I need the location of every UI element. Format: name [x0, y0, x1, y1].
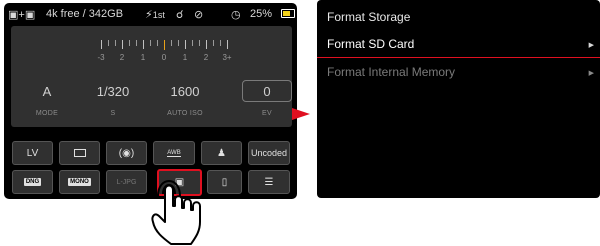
battery-percent: 25% [250, 8, 273, 20]
iso-value[interactable]: 1600 [165, 84, 205, 99]
scale-tick [220, 40, 221, 46]
dng-button[interactable]: DNG [12, 170, 53, 194]
person-icon: ♟ [217, 147, 226, 159]
image-info: 4k free / 342GB [46, 8, 124, 20]
flash-text: 1st [152, 10, 165, 20]
scale-tick [157, 40, 158, 46]
scale-label: 1 [140, 53, 146, 62]
mode-value[interactable]: A [36, 84, 58, 99]
format-storage-menu: Format Storage Format SD Card ▶ Format I… [317, 0, 600, 198]
jpg-icon: L-JPG [116, 178, 137, 186]
scale-label: -3 [97, 53, 105, 62]
scale-tick [136, 40, 137, 46]
scale-tick [227, 40, 228, 49]
timer-icon: ◷ [231, 9, 241, 21]
chevron-right-icon: ▶ [588, 42, 594, 49]
exposure-scale: -3 2 1 0 1 2 3+ [91, 40, 241, 68]
scale-tick [108, 40, 109, 46]
scale-tick [199, 40, 200, 46]
shutter-value[interactable]: 1/320 [93, 84, 133, 99]
scale-tick [129, 40, 130, 46]
menu-button[interactable]: ☰ [248, 170, 290, 194]
camera-info-screen: ▣+▣ 4k free / 342GB ⚡1st ☌ ⊘ ◷ 25% -3 2 … [4, 3, 297, 199]
metering-button[interactable]: (◉) [106, 141, 147, 165]
scale-label: 2 [203, 53, 209, 62]
arrow-right-icon [292, 108, 310, 120]
scale-tick [206, 40, 207, 49]
scale-tick-zero [164, 40, 165, 50]
lv-button[interactable]: LV [12, 141, 53, 165]
person-button[interactable]: ♟ [201, 141, 242, 165]
mono-icon: MONO [68, 178, 91, 186]
dng-icon: DNG [23, 178, 42, 186]
battery-icon [281, 9, 295, 18]
awb-icon: AWB [167, 149, 181, 157]
mono-button[interactable]: MONO [59, 170, 100, 194]
scale-tick [171, 40, 172, 46]
menu-divider [317, 57, 600, 58]
scale-label: 1 [182, 53, 188, 62]
iso-label: AUTO ISO [167, 110, 203, 117]
exposure-panel: -3 2 1 0 1 2 3+ A MODE 1/320 S 1600 AUTO… [11, 26, 292, 127]
scale-tick [150, 40, 151, 46]
uncoded-button[interactable]: Uncoded [248, 141, 290, 165]
frame-icon [73, 149, 86, 157]
scale-label: 0 [161, 53, 167, 62]
scale-tick [178, 40, 179, 46]
smartphone-button[interactable]: ▯ [207, 170, 242, 194]
scale-tick [213, 40, 214, 46]
ev-value: 0 [263, 84, 271, 99]
menu-item-format-sd-card[interactable]: Format SD Card [327, 37, 414, 51]
scale-tick [143, 40, 144, 49]
menu-item-format-internal-memory[interactable]: Format Internal Memory [327, 65, 455, 79]
status-bar: ▣+▣ 4k free / 342GB ⚡1st ☌ ⊘ ◷ 25% [4, 3, 297, 25]
shutter-label: S [110, 110, 116, 117]
scale-label: 3+ [222, 53, 232, 62]
smartphone-icon: ▯ [221, 176, 228, 188]
scale-tick [115, 40, 116, 46]
hand-pointer-icon [151, 180, 201, 245]
scale-tick [101, 40, 102, 49]
scale-tick [122, 40, 123, 49]
frame-button[interactable] [59, 141, 100, 165]
scale-label: 2 [119, 53, 125, 62]
stabilization-icon: ☌ [176, 9, 184, 21]
mode-label: MODE [35, 110, 59, 117]
awb-button[interactable]: AWB [153, 141, 195, 165]
jpg-button[interactable]: L-JPG [106, 170, 147, 194]
scale-tick [192, 40, 193, 46]
chevron-right-icon: ▶ [588, 70, 594, 77]
flash-storage-icon: ▣+▣ [8, 9, 36, 21]
flash-icon: ⚡1st [145, 9, 165, 21]
metering-icon: (◉) [118, 147, 135, 159]
menu-icon: ☰ [264, 176, 274, 188]
no-sync-icon: ⊘ [194, 9, 204, 21]
ev-label: EV [262, 110, 272, 117]
scale-tick [185, 40, 186, 49]
menu-title: Format Storage [327, 10, 411, 24]
